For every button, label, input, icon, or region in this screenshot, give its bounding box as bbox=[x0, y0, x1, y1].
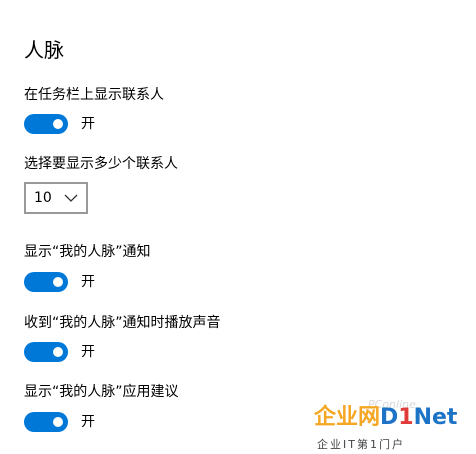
contacts-count-value: 10 bbox=[34, 190, 52, 206]
app-suggestions-toggle-state: 开 bbox=[81, 414, 95, 430]
watermark: PConline 企业网D1Net 企业IT第1门户 bbox=[314, 398, 476, 454]
setting-label-notification-sound: 收到“我的人脉”通知时播放声音 bbox=[24, 315, 221, 331]
notifications-toggle-state: 开 bbox=[81, 274, 95, 290]
setting-label-contacts-count: 选择要显示多少个联系人 bbox=[24, 156, 178, 172]
chevron-down-icon bbox=[64, 194, 78, 202]
setting-label-notifications: 显示“我的人脉”通知 bbox=[24, 244, 151, 260]
toggle-knob bbox=[53, 417, 63, 427]
watermark-logo-cn: 企业网 bbox=[314, 405, 381, 430]
toggle-knob bbox=[53, 277, 63, 287]
notifications-toggle[interactable] bbox=[24, 272, 68, 292]
app-suggestions-toggle-row[interactable]: 开 bbox=[24, 412, 95, 432]
setting-label-app-suggestions: 显示“我的人脉”应用建议 bbox=[24, 384, 179, 400]
watermark-tagline: 企业IT第1门户 bbox=[317, 438, 405, 451]
app-suggestions-toggle[interactable] bbox=[24, 412, 68, 432]
notification-sound-toggle-row[interactable]: 开 bbox=[24, 342, 95, 362]
show-contacts-toggle[interactable] bbox=[24, 114, 68, 134]
toggle-knob bbox=[53, 347, 63, 357]
notification-sound-toggle-state: 开 bbox=[81, 344, 95, 360]
contacts-count-select[interactable]: 10 bbox=[24, 182, 88, 214]
watermark-logo-d: D bbox=[380, 405, 399, 430]
notification-sound-toggle[interactable] bbox=[24, 342, 68, 362]
watermark-logo: 企业网D1Net bbox=[314, 404, 457, 432]
show-contacts-toggle-row[interactable]: 开 bbox=[24, 114, 95, 134]
show-contacts-toggle-state: 开 bbox=[81, 116, 95, 132]
toggle-knob bbox=[53, 119, 63, 129]
setting-label-show-contacts: 在任务栏上显示联系人 bbox=[24, 87, 164, 103]
watermark-logo-net: Net bbox=[413, 405, 458, 430]
watermark-logo-i: 1 bbox=[398, 405, 414, 430]
notifications-toggle-row[interactable]: 开 bbox=[24, 272, 95, 292]
page-title: 人脉 bbox=[24, 38, 64, 62]
